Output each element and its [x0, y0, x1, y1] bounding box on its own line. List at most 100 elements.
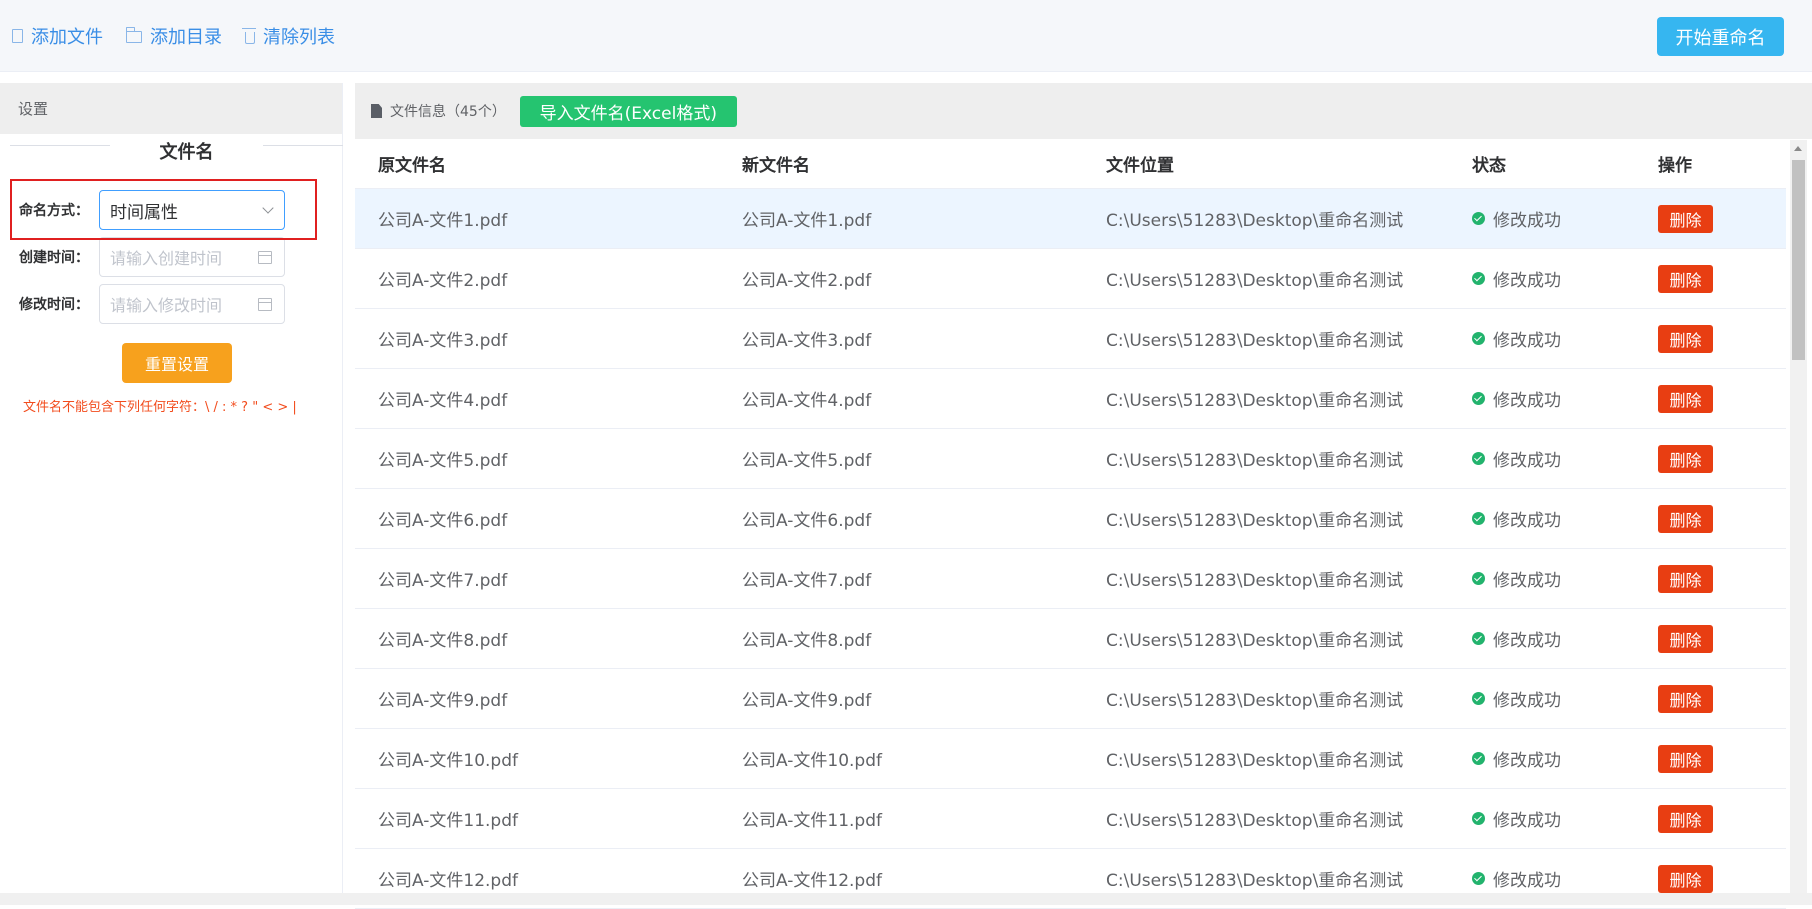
table-row[interactable]: 公司A-文件10.pdf 公司A-文件10.pdf C:\Users\51283\D… — [355, 729, 1786, 789]
create-time-label: 创建时间： — [19, 250, 89, 266]
cell-location: C:\Users\51283\Desktop\重命名测试 — [1106, 871, 1404, 891]
cell-location: C:\Users\51283\Desktop\重命名测试 — [1106, 511, 1404, 531]
scrollbar-thumb[interactable] — [1792, 160, 1805, 360]
delete-button[interactable]: 删除 — [1658, 804, 1713, 833]
add-file-button[interactable]: 添加文件 — [12, 22, 103, 50]
table-row[interactable]: 公司A-文件5.pdf 公司A-文件5.pdf C:\Users\51283\Des… — [355, 429, 1786, 489]
scroll-up-arrow-icon[interactable] — [1794, 146, 1802, 151]
cell-status: 修改成功 — [1449, 266, 1635, 291]
cell-original-name: 公司A-文件1.pdf — [378, 211, 508, 231]
header-original-name: 原文件名 — [378, 156, 446, 176]
delete-button[interactable]: 删除 — [1658, 204, 1713, 233]
cell-action: 删除 — [1635, 384, 1786, 413]
delete-button[interactable]: 删除 — [1658, 624, 1713, 653]
cell-new-name: 公司A-文件2.pdf — [742, 271, 872, 291]
status-text: 修改成功 — [1493, 871, 1561, 891]
delete-button[interactable]: 删除 — [1658, 384, 1713, 413]
add-directory-button[interactable]: 添加目录 — [125, 22, 222, 50]
table-row[interactable]: 公司A-文件8.pdf 公司A-文件8.pdf C:\Users\51283\Des… — [355, 609, 1786, 669]
cell-new-name: 公司A-文件5.pdf — [742, 451, 872, 471]
cell-new-name: 公司A-文件1.pdf — [742, 211, 872, 231]
cell-original-name: 公司A-文件2.pdf — [378, 271, 508, 291]
table-row[interactable]: 公司A-文件2.pdf 公司A-文件2.pdf C:\Users\51283\Des… — [355, 249, 1786, 309]
header-new-name: 新文件名 — [742, 156, 810, 176]
cell-location: C:\Users\51283\Desktop\重命名测试 — [1106, 691, 1404, 711]
clear-list-button[interactable]: 清除列表 — [242, 22, 335, 50]
table-row[interactable]: 公司A-文件11.pdf 公司A-文件11.pdf C:\Users\51283\D… — [355, 789, 1786, 849]
cell-action: 删除 — [1635, 264, 1786, 293]
cell-original-name: 公司A-文件10.pdf — [378, 751, 518, 771]
cell-status: 修改成功 — [1449, 506, 1635, 531]
cell-original-name: 公司A-文件3.pdf — [378, 331, 508, 351]
check-circle-icon — [1472, 752, 1485, 765]
cell-action: 删除 — [1635, 804, 1786, 833]
status-text: 修改成功 — [1493, 271, 1561, 291]
table-row[interactable]: 公司A-文件4.pdf 公司A-文件4.pdf C:\Users\51283\Des… — [355, 369, 1786, 429]
toolbar: 添加文件 添加目录 清除列表 开始重命名 — [0, 0, 1812, 72]
cell-status: 修改成功 — [1449, 686, 1635, 711]
cell-status: 修改成功 — [1449, 566, 1635, 591]
cell-location: C:\Users\51283\Desktop\重命名测试 — [1106, 571, 1404, 591]
naming-mode-label: 命名方式： — [19, 203, 89, 219]
cell-action: 删除 — [1635, 744, 1786, 773]
table-row[interactable]: 公司A-文件9.pdf 公司A-文件9.pdf C:\Users\51283\Des… — [355, 669, 1786, 729]
start-rename-button[interactable]: 开始重命名 — [1657, 17, 1784, 56]
naming-mode-row: 命名方式： 时间属性 — [10, 190, 330, 230]
scrollbar[interactable] — [1790, 140, 1807, 900]
cell-location: C:\Users\51283\Desktop\重命名测试 — [1106, 391, 1404, 411]
cell-location: C:\Users\51283\Desktop\重命名测试 — [1106, 751, 1404, 771]
table-row[interactable]: 公司A-文件3.pdf 公司A-文件3.pdf C:\Users\51283\Des… — [355, 309, 1786, 369]
delete-button[interactable]: 删除 — [1658, 564, 1713, 593]
cell-status: 修改成功 — [1449, 626, 1635, 651]
check-circle-icon — [1472, 632, 1485, 645]
reset-settings-button[interactable]: 重置设置 — [122, 343, 232, 383]
cell-status: 修改成功 — [1449, 446, 1635, 471]
delete-button[interactable]: 删除 — [1658, 444, 1713, 473]
status-text: 修改成功 — [1493, 331, 1561, 351]
delete-button[interactable]: 删除 — [1658, 864, 1713, 893]
modify-time-input[interactable]: 请输入修改时间 — [99, 284, 285, 324]
status-text: 修改成功 — [1493, 631, 1561, 651]
bottom-scroll-strip — [0, 893, 1812, 905]
file-panel: 文件信息（45个） 导入文件名(Excel格式) 原文件名 新文件名 文件位置 … — [355, 83, 1812, 909]
check-circle-icon — [1472, 872, 1485, 885]
settings-panel: 设置 文件名 命名方式： 时间属性 创建时间： 请输入创建时间 修改时间： 请输… — [0, 83, 343, 893]
cell-original-name: 公司A-文件9.pdf — [378, 691, 508, 711]
cell-action: 删除 — [1635, 444, 1786, 473]
check-circle-icon — [1472, 512, 1485, 525]
cell-status: 修改成功 — [1449, 206, 1635, 231]
chevron-down-icon — [262, 202, 274, 214]
delete-button[interactable]: 删除 — [1658, 684, 1713, 713]
header-status: 状态 — [1472, 156, 1506, 176]
check-circle-icon — [1472, 212, 1485, 225]
table-row[interactable]: 公司A-文件7.pdf 公司A-文件7.pdf C:\Users\51283\Des… — [355, 549, 1786, 609]
delete-button[interactable]: 删除 — [1658, 744, 1713, 773]
table-row[interactable]: 公司A-文件1.pdf 公司A-文件1.pdf C:\Users\51283\Des… — [355, 189, 1786, 249]
import-excel-button[interactable]: 导入文件名(Excel格式) — [519, 95, 737, 127]
status-text: 修改成功 — [1493, 391, 1561, 411]
status-text: 修改成功 — [1493, 571, 1561, 591]
file-info-label: 文件信息（45个） — [390, 104, 506, 120]
delete-button[interactable]: 删除 — [1658, 324, 1713, 353]
table-row[interactable]: 公司A-文件6.pdf 公司A-文件6.pdf C:\Users\51283\Des… — [355, 489, 1786, 549]
cell-status: 修改成功 — [1449, 866, 1635, 891]
filename-warning: 文件名不能包含下列任何字符：\ / : * ? " < > | — [23, 400, 297, 415]
trash-icon — [242, 27, 256, 44]
naming-mode-select[interactable]: 时间属性 — [99, 190, 285, 230]
cell-location: C:\Users\51283\Desktop\重命名测试 — [1106, 331, 1404, 351]
cell-action: 删除 — [1635, 324, 1786, 353]
header-location: 文件位置 — [1106, 156, 1174, 176]
modify-time-label: 修改时间： — [19, 297, 89, 313]
delete-button[interactable]: 删除 — [1658, 504, 1713, 533]
cell-new-name: 公司A-文件11.pdf — [742, 811, 882, 831]
cell-location: C:\Users\51283\Desktop\重命名测试 — [1106, 631, 1404, 651]
delete-button[interactable]: 删除 — [1658, 264, 1713, 293]
create-time-input[interactable]: 请输入创建时间 — [99, 237, 285, 277]
cell-original-name: 公司A-文件5.pdf — [378, 451, 508, 471]
cell-location: C:\Users\51283\Desktop\重命名测试 — [1106, 211, 1404, 231]
header-action: 操作 — [1658, 156, 1692, 176]
status-text: 修改成功 — [1493, 211, 1561, 231]
cell-new-name: 公司A-文件12.pdf — [742, 871, 882, 891]
naming-mode-value: 时间属性 — [110, 202, 178, 223]
folder-icon — [125, 27, 142, 43]
